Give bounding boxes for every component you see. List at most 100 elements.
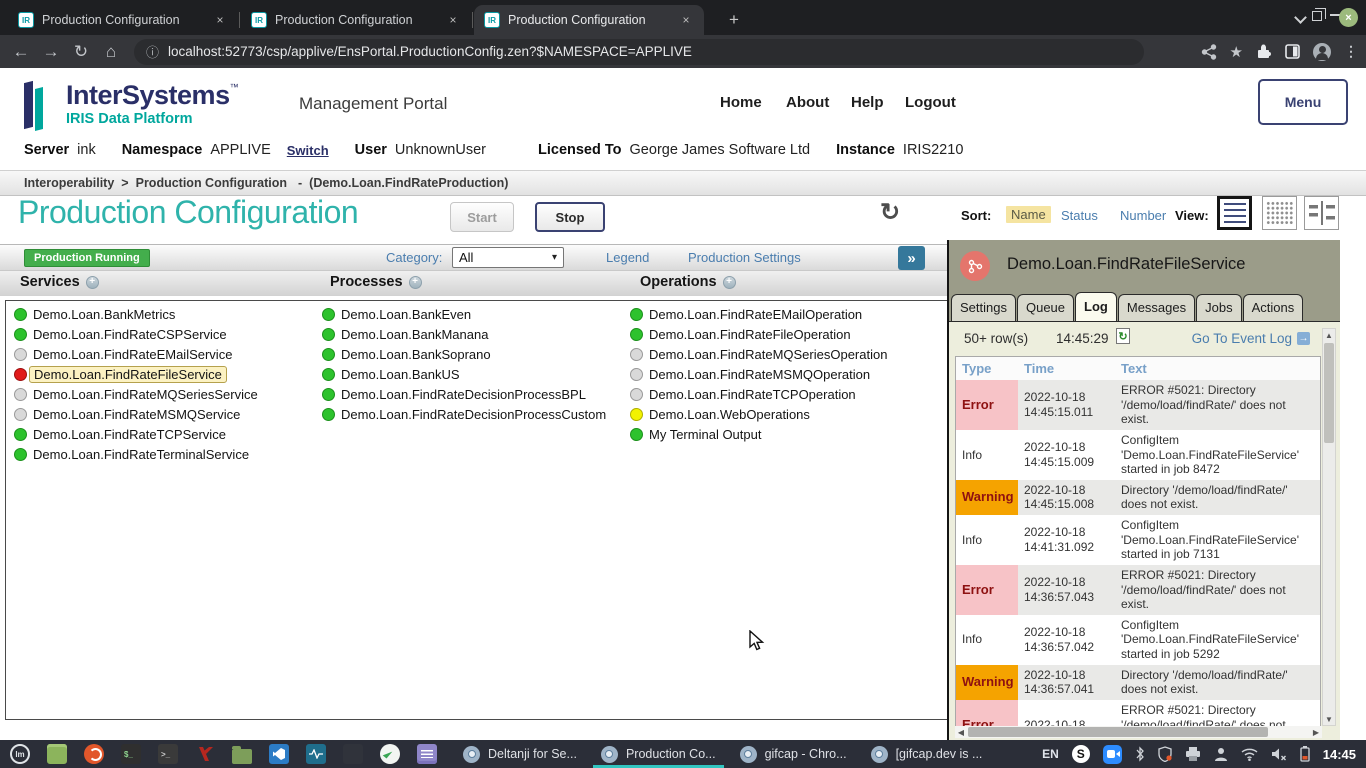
browser-tab[interactable]: IR Production Configuration × <box>241 5 471 35</box>
process-item[interactable]: Demo.Loan.BankUS <box>322 364 606 384</box>
taskbar-clock[interactable]: 14:45 <box>1323 747 1356 762</box>
green-window-icon[interactable] <box>47 744 67 764</box>
service-item-selected[interactable]: Demo.Loan.FindRateFileService <box>14 364 258 384</box>
add-process-button[interactable]: + <box>409 276 422 289</box>
forward-icon[interactable]: → <box>36 42 66 62</box>
sort-status-option[interactable]: Status <box>1061 208 1098 223</box>
tab-log[interactable]: Log <box>1075 292 1117 321</box>
bookmark-star-icon[interactable]: ★ <box>1230 43 1243 61</box>
operation-item[interactable]: Demo.Loan.WebOperations <box>630 404 887 424</box>
operation-item[interactable]: Demo.Loan.FindRateMQSeriesOperation <box>630 344 887 364</box>
service-item[interactable]: Demo.Loan.BankMetrics <box>14 304 258 324</box>
expand-panel-button[interactable]: » <box>898 246 925 270</box>
share-icon[interactable] <box>1201 44 1217 60</box>
log-col-type[interactable]: Type <box>956 357 1018 380</box>
legend-link[interactable]: Legend <box>606 250 649 265</box>
process-item[interactable]: Demo.Loan.BankSoprano <box>322 344 606 364</box>
service-item[interactable]: Demo.Loan.FindRateMQSeriesService <box>14 384 258 404</box>
taskbar-window-production-active[interactable]: Production Co... <box>589 740 728 768</box>
process-item[interactable]: Demo.Loan.BankEven <box>322 304 606 324</box>
printer-icon[interactable] <box>1185 747 1201 761</box>
operation-item[interactable]: My Terminal Output <box>630 424 887 444</box>
back-icon[interactable]: ← <box>6 42 36 62</box>
tab-actions[interactable]: Actions <box>1243 294 1304 321</box>
vertical-scroll-thumb[interactable] <box>1324 343 1334 443</box>
log-col-time[interactable]: Time <box>1018 357 1115 380</box>
operation-item[interactable]: Demo.Loan.FindRateMSMQOperation <box>630 364 887 384</box>
log-row[interactable]: Error 2022-10-18 ERROR #5021: Directory … <box>956 700 1321 727</box>
service-item[interactable]: Demo.Loan.FindRateMSMQService <box>14 404 258 424</box>
tab-queue[interactable]: Queue <box>1017 294 1074 321</box>
log-row[interactable]: Info 2022-10-1814:45:15.009 ConfigItem '… <box>956 430 1321 480</box>
log-row[interactable]: Info 2022-10-1814:36:57.042 ConfigItem '… <box>956 615 1321 665</box>
browser-tab[interactable]: IR Production Configuration × <box>8 5 238 35</box>
scroll-up-icon[interactable]: ▲ <box>1323 329 1335 341</box>
log-row[interactable]: Warning 2022-10-1814:36:57.041 Directory… <box>956 665 1321 700</box>
taskbar-window-gifcap-dev[interactable]: [gifcap.dev is ... <box>859 740 995 768</box>
scroll-left-icon[interactable]: ◀ <box>955 726 967 738</box>
firewall-shield-icon[interactable] <box>1158 746 1172 762</box>
log-row[interactable]: Error 2022-10-1814:45:15.011 ERROR #5021… <box>956 380 1321 430</box>
browser-menu-icon[interactable]: ⋮ <box>1344 43 1358 60</box>
service-item[interactable]: Demo.Loan.FindRateTerminalService <box>14 444 258 464</box>
keyboard-layout-indicator[interactable]: EN <box>1042 747 1059 761</box>
process-item[interactable]: Demo.Loan.FindRateDecisionProcessBPL <box>322 384 606 404</box>
tab-close-icon[interactable]: × <box>678 12 694 28</box>
stop-button[interactable]: Stop <box>535 202 605 232</box>
process-item[interactable]: Demo.Loan.BankManana <box>322 324 606 344</box>
process-item[interactable]: Demo.Loan.FindRateDecisionProcessCustom <box>322 404 606 424</box>
tab-jobs[interactable]: Jobs <box>1196 294 1241 321</box>
mint-menu-icon[interactable]: lm <box>10 744 30 764</box>
close-window-button[interactable]: × <box>1339 8 1358 27</box>
log-row[interactable]: Info 2022-10-1814:41:31.092 ConfigItem '… <box>956 515 1321 565</box>
user-accounts-icon[interactable] <box>1214 747 1228 762</box>
category-select[interactable]: All ▾ <box>452 247 564 268</box>
purple-notes-icon[interactable] <box>417 744 437 764</box>
nav-logout-link[interactable]: Logout <box>905 94 956 111</box>
url-bar[interactable]: ⓘ localhost:52773/csp/applive/EnsPortal.… <box>134 39 1144 65</box>
tab-search-chevron-icon[interactable] <box>1296 13 1305 22</box>
operation-item[interactable]: Demo.Loan.FindRateTCPOperation <box>630 384 887 404</box>
wifi-icon[interactable] <box>1241 748 1258 761</box>
operation-item[interactable]: Demo.Loan.FindRateEMailOperation <box>630 304 887 324</box>
log-vertical-scrollbar[interactable]: ▲ ▼ <box>1322 328 1336 726</box>
go-to-event-log-link[interactable]: Go To Event Log → <box>1192 331 1310 346</box>
tab-close-icon[interactable]: × <box>212 12 228 28</box>
add-operation-button[interactable]: + <box>723 276 736 289</box>
browser-tab-active[interactable]: IR Production Configuration × <box>474 5 704 35</box>
deltanji-icon[interactable] <box>195 744 215 764</box>
nav-help-link[interactable]: Help <box>851 94 884 111</box>
service-item[interactable]: Demo.Loan.FindRateTCPService <box>14 424 258 444</box>
switch-namespace-link[interactable]: Switch <box>287 143 329 158</box>
grid-view-icon[interactable] <box>1262 196 1297 230</box>
side-panel-icon[interactable] <box>1285 44 1300 59</box>
extensions-puzzle-icon[interactable] <box>1256 44 1272 60</box>
waveform-app-icon[interactable] <box>306 744 326 764</box>
breadcrumb-root-link[interactable]: Interoperability <box>24 176 114 190</box>
battery-icon[interactable] <box>1300 746 1310 762</box>
skype-tray-icon[interactable]: S <box>1072 745 1090 763</box>
terminal-icon[interactable]: $_ <box>121 744 141 764</box>
maps-compass-icon[interactable] <box>380 744 400 764</box>
add-service-button[interactable]: + <box>86 276 99 289</box>
taskbar-window-gifcap[interactable]: gifcap - Chro... <box>728 740 859 768</box>
refresh-spinner-icon[interactable]: ↻ <box>880 198 900 227</box>
production-settings-link[interactable]: Production Settings <box>688 250 801 265</box>
tab-close-icon[interactable]: × <box>445 12 461 28</box>
file-manager-icon[interactable] <box>232 749 252 764</box>
service-item[interactable]: Demo.Loan.FindRateEMailService <box>14 344 258 364</box>
profile-avatar-icon[interactable] <box>1313 43 1331 61</box>
list-view-icon[interactable] <box>1217 196 1252 230</box>
split-view-icon[interactable] <box>1304 196 1339 230</box>
log-col-text[interactable]: Text <box>1115 357 1321 380</box>
vscode-icon[interactable] <box>269 744 289 764</box>
nav-about-link[interactable]: About <box>786 94 829 111</box>
log-row[interactable]: Warning 2022-10-1814:45:15.008 Directory… <box>956 480 1321 515</box>
service-item[interactable]: Demo.Loan.FindRateCSPService <box>14 324 258 344</box>
log-row[interactable]: Error 2022-10-1814:36:57.043 ERROR #5021… <box>956 565 1321 615</box>
terminal-alt-icon[interactable]: >_ <box>158 744 178 764</box>
nav-home-link[interactable]: Home <box>720 94 762 111</box>
tab-settings[interactable]: Settings <box>951 294 1016 321</box>
orange-app-icon[interactable] <box>84 744 104 764</box>
taskbar-window-deltanji[interactable]: Deltanji for Se... <box>451 740 589 768</box>
